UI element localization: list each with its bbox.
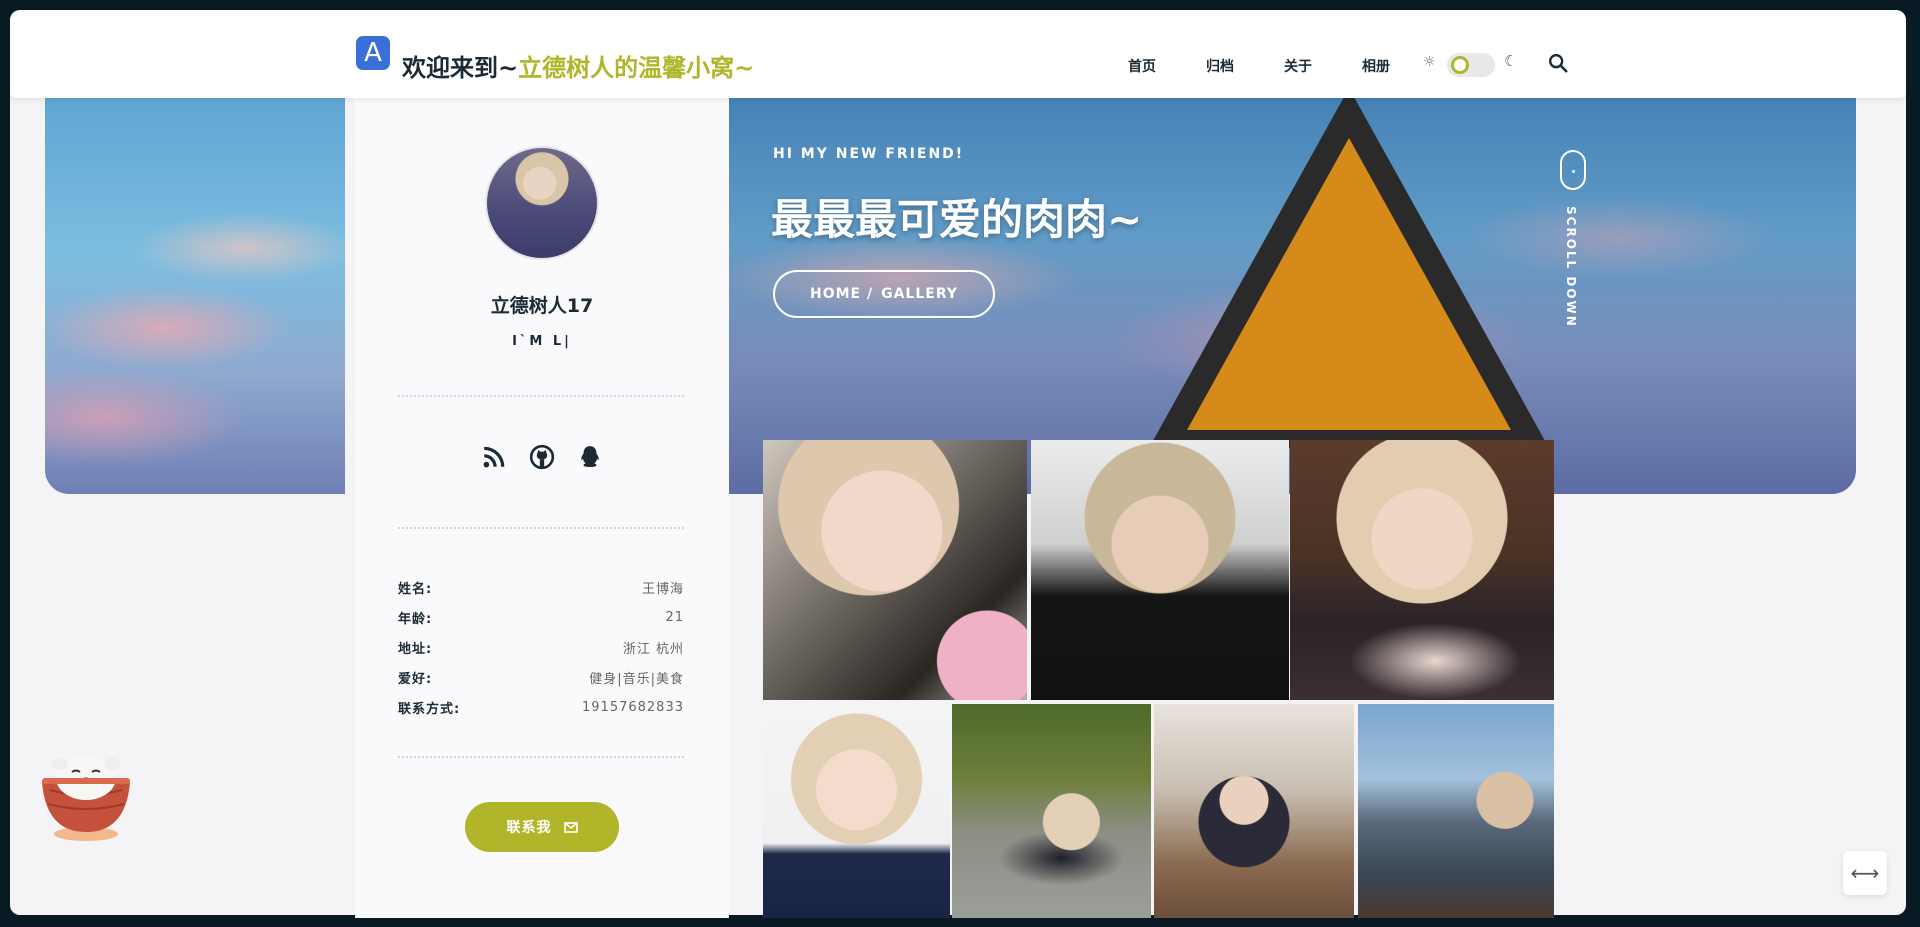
info-key: 姓名: xyxy=(398,581,433,597)
nav-archive[interactable]: 归档 xyxy=(1206,56,1234,76)
road-sign-face xyxy=(1187,138,1511,430)
gallery-photo[interactable] xyxy=(1031,440,1289,700)
theme-toggle[interactable] xyxy=(1447,53,1495,77)
gallery-photo[interactable] xyxy=(1154,704,1354,918)
sun-icon: ☼ xyxy=(1423,54,1436,70)
info-value: 浙江 杭州 xyxy=(622,641,684,657)
info-value: 21 xyxy=(665,609,684,625)
info-key: 地址: xyxy=(398,641,433,657)
profile-card: 立德树人17 I`M L| 姓名: 王博海 年龄: 21 地址: 浙江 杭州 爱… xyxy=(355,98,729,918)
gallery-photo[interactable] xyxy=(1290,440,1554,700)
site-header: A 欢迎来到~立德树人的温馨小窝~ 首页 归档 关于 相册 ☼ ☾ xyxy=(10,10,1906,98)
divider xyxy=(398,527,684,529)
info-row-hobbies: 爱好: 健身|音乐|美食 xyxy=(398,662,684,692)
profile-info: 姓名: 王博海 年龄: 21 地址: 浙江 杭州 爱好: 健身|音乐|美食 联系… xyxy=(398,572,684,722)
banner-left-image xyxy=(45,98,345,494)
scroll-down-icon[interactable] xyxy=(1560,150,1586,190)
expand-icon[interactable]: ⟷ xyxy=(1843,851,1887,895)
info-value: 健身|音乐|美食 xyxy=(589,671,684,687)
info-key: 爱好: xyxy=(398,671,433,687)
moon-icon: ☾ xyxy=(1504,52,1518,70)
qq-icon[interactable] xyxy=(577,444,603,470)
info-row-age: 年龄: 21 xyxy=(398,602,684,632)
scroll-down-label[interactable]: SCROLL DOWN xyxy=(1564,206,1578,328)
toggle-knob xyxy=(1451,56,1469,74)
site-title-prefix: 欢迎来到~ xyxy=(402,54,519,82)
info-key: 联系方式: xyxy=(398,701,461,717)
breadcrumb: HOME / GALLERY xyxy=(773,270,995,318)
banner-subtitle: HI MY NEW FRIEND! xyxy=(773,146,965,162)
info-value: 王博海 xyxy=(641,581,684,597)
rss-icon[interactable] xyxy=(481,444,507,470)
avatar xyxy=(485,146,599,260)
profile-motto: I`M L| xyxy=(512,334,572,349)
info-key: 年龄: xyxy=(398,611,433,627)
info-row-contact: 联系方式: 19157682833 xyxy=(398,692,684,722)
gallery-photo[interactable] xyxy=(952,704,1151,918)
info-value: 19157682833 xyxy=(582,699,684,715)
info-row-name: 姓名: 王博海 xyxy=(398,572,684,602)
contact-button-label: 联系我 xyxy=(506,820,552,836)
gallery-photo[interactable] xyxy=(763,440,1027,700)
divider xyxy=(398,395,684,397)
mail-icon xyxy=(563,821,578,833)
search-icon[interactable] xyxy=(1547,52,1569,74)
divider xyxy=(398,756,684,758)
contact-button[interactable]: 联系我 xyxy=(465,802,619,852)
main-nav: 首页 归档 关于 相册 xyxy=(1128,56,1390,76)
breadcrumb-home[interactable]: HOME / xyxy=(810,286,873,302)
profile-name: 立德树人17 xyxy=(490,295,594,317)
site-title-accent: 立德树人的温馨小窝~ xyxy=(518,54,755,82)
gallery-photo[interactable] xyxy=(763,704,950,918)
nav-about[interactable]: 关于 xyxy=(1284,56,1312,76)
gallery-photo[interactable] xyxy=(1358,704,1554,918)
breadcrumb-current: GALLERY xyxy=(881,286,958,302)
info-row-address: 地址: 浙江 杭州 xyxy=(398,632,684,662)
logo-icon[interactable]: A xyxy=(356,36,390,70)
nav-home[interactable]: 首页 xyxy=(1128,56,1156,76)
github-icon[interactable] xyxy=(529,444,555,470)
social-links xyxy=(481,444,603,470)
site-title[interactable]: 欢迎来到~立德树人的温馨小窝~ xyxy=(402,48,754,83)
nav-gallery[interactable]: 相册 xyxy=(1362,56,1390,76)
banner-title: 最最最可爱的肉肉~ xyxy=(771,195,1143,244)
mascot-image[interactable] xyxy=(36,734,136,844)
